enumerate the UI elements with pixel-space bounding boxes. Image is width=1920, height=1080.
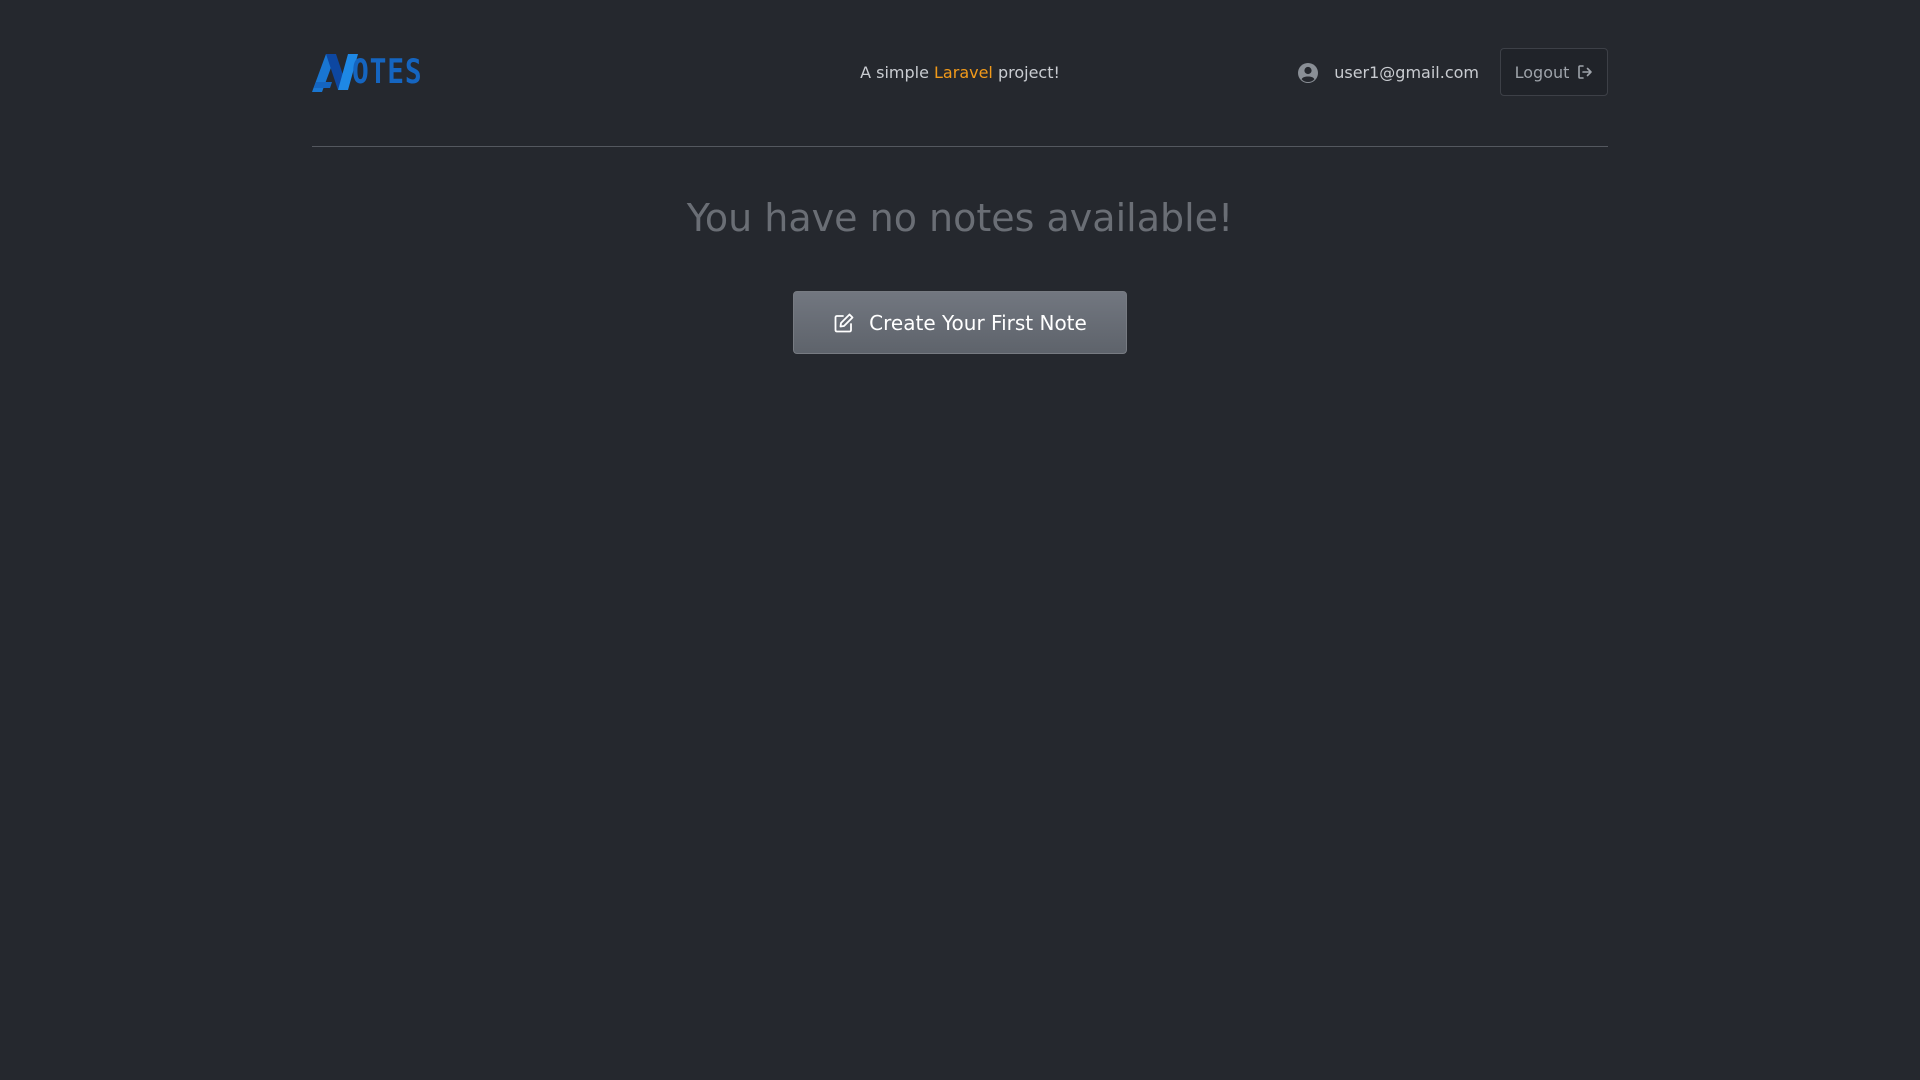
- create-first-note-button[interactable]: Create Your First Note: [793, 291, 1127, 354]
- empty-notes-message: You have no notes available!: [686, 196, 1234, 240]
- tagline-suffix: project!: [992, 63, 1060, 82]
- tagline-highlight: Laravel: [934, 63, 993, 82]
- create-first-note-label: Create Your First Note: [869, 310, 1087, 335]
- logout-button[interactable]: Logout: [1500, 48, 1608, 96]
- top-header: OTES A simple Laravel project! user1@gma…: [312, 0, 1608, 147]
- user-info: user1@gmail.com: [1298, 62, 1479, 84]
- logout-label: Logout: [1514, 62, 1570, 82]
- user-circle-icon: [1298, 63, 1319, 83]
- edit-icon: [834, 313, 854, 332]
- page-container: OTES A simple Laravel project! user1@gma…: [312, 0, 1608, 354]
- user-email: user1@gmail.com: [1334, 63, 1479, 82]
- tagline-prefix: A simple: [860, 63, 935, 82]
- logout-icon: [1578, 65, 1593, 79]
